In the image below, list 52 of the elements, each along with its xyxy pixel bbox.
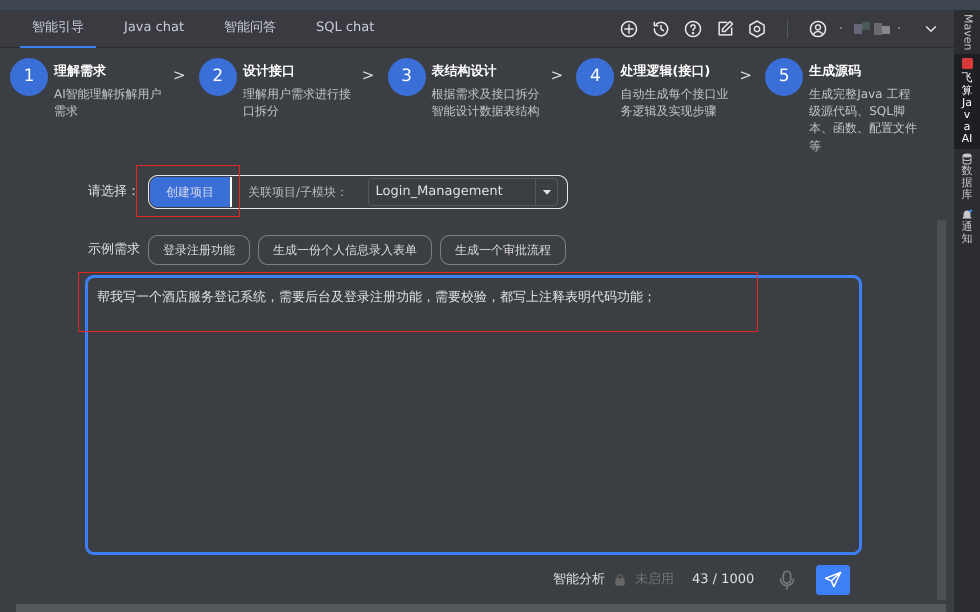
mode-toggle[interactable]: 关联项目/子模块： <box>232 177 364 208</box>
step-separator: > <box>550 65 564 86</box>
horizontal-scrollbar[interactable] <box>16 604 946 612</box>
side-tool-tab[interactable]: 数据库 <box>954 149 980 206</box>
example-button[interactable]: 登录注册功能 <box>148 235 250 266</box>
step-description: 自动生成每个接口业务逻辑及实现步骤 <box>620 86 730 120</box>
help-icon[interactable] <box>683 18 703 38</box>
step-separator: > <box>362 65 374 86</box>
side-tool-tab[interactable]: 飞算JavaAI <box>954 54 980 150</box>
project-dropdown[interactable]: Login_Management <box>368 178 558 206</box>
side-tool-tab[interactable]: Maven <box>954 10 980 54</box>
app-logo-icon <box>962 58 972 70</box>
step-description: AI智能理解拆解用户需求 <box>54 86 163 120</box>
history-icon[interactable] <box>651 18 671 38</box>
step-title: 生成源码 <box>809 63 862 81</box>
step-number: 1 <box>10 58 48 96</box>
database-icon <box>961 153 973 166</box>
character-counter: 43 / 1000 <box>692 571 754 590</box>
select-label: 请选择： <box>88 183 140 202</box>
send-icon <box>823 570 844 590</box>
tab[interactable]: SQL chat <box>304 10 386 48</box>
step-number: 4 <box>576 58 614 96</box>
step-title: 设计接口 <box>242 62 296 81</box>
add-icon[interactable] <box>619 18 639 38</box>
step-title: 理解需求 <box>54 63 107 81</box>
tab[interactable]: Java chat <box>112 10 196 48</box>
redacted-name-drawing <box>840 22 902 36</box>
step-number: 2 <box>198 58 237 96</box>
step-description: 生成完整Java 工程级源代码、SQL脚本、函数、配置文件等 <box>809 86 918 155</box>
step-description: 根据需求及接口拆分智能设计数据表结构 <box>432 86 541 120</box>
step-title: 表结构设计 <box>432 63 498 81</box>
tab[interactable]: 智能引导 <box>20 10 96 48</box>
analysis-label: 智能分析 <box>553 571 605 590</box>
caret-icon <box>542 187 552 198</box>
example-button[interactable]: 生成一份个人信息录入表单 <box>258 235 432 266</box>
step-number: 5 <box>765 58 804 96</box>
tab[interactable]: 智能问答 <box>212 10 288 48</box>
examples-label: 示例需求 <box>88 241 140 260</box>
settings-icon[interactable] <box>747 18 767 38</box>
side-tool-tab[interactable]: 通知 <box>954 205 980 250</box>
user-icon[interactable] <box>808 18 828 38</box>
step-number: 3 <box>388 58 426 96</box>
step-title: 处理逻辑(接口) <box>620 62 712 81</box>
mode-toggle[interactable]: 创建项目 <box>150 177 232 208</box>
example-button[interactable]: 生成一个审批流程 <box>440 235 566 266</box>
dropdown-value: Login_Management <box>374 183 504 202</box>
step-description: 理解用户需求进行接口拆分 <box>242 86 352 120</box>
bell-icon <box>961 209 973 222</box>
step-separator: > <box>173 65 186 86</box>
prompt-field[interactable]: 帮我写一个酒店服务登记系统，需要后台及登录注册功能，需要校验，都写上注释表明代码功能； <box>85 275 862 556</box>
send-button[interactable] <box>816 565 850 596</box>
step-separator: > <box>739 65 752 86</box>
